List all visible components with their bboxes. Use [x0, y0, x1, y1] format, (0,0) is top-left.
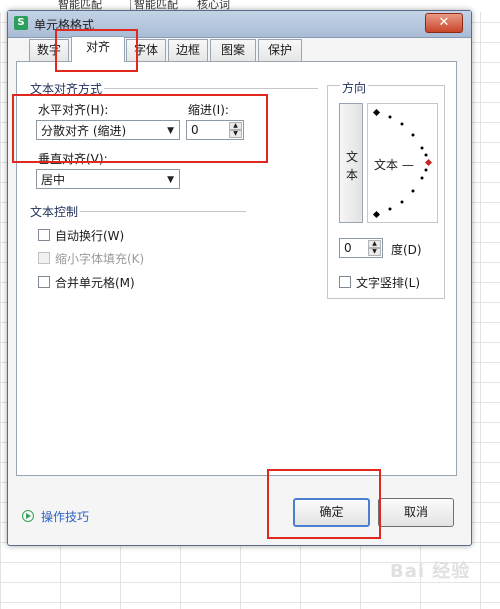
horizontal-align-value: 分散对齐 (缩进)	[41, 124, 127, 138]
degrees-up-arrow-icon[interactable]: ▲	[368, 240, 381, 248]
vertical-align-select[interactable]: 居中 ▼	[36, 169, 180, 189]
stacked-text-label[interactable]: 文字竖排(L)	[356, 274, 420, 291]
vertical-text-button[interactable]: 文 本	[339, 103, 363, 223]
vertical-text-char: 本	[345, 168, 358, 182]
vertical-text-char: 文	[345, 150, 358, 164]
dialog-titlebar[interactable]: S 单元格格式 ✕	[8, 11, 471, 38]
orientation-group-title: 方向	[340, 79, 369, 96]
horizontal-align-select[interactable]: 分散对齐 (缩进) ▼	[36, 120, 180, 140]
tab-protection[interactable]: 保护	[258, 39, 302, 61]
ok-button[interactable]: 确定	[293, 498, 370, 527]
indent-value: 0	[191, 123, 199, 137]
chevron-down-icon: ▼	[167, 126, 174, 136]
vertical-align-label: 垂直对齐(V):	[38, 152, 108, 166]
tab-alignment[interactable]: 对齐	[71, 36, 125, 62]
text-alignment-group-title: 文本对齐方式	[30, 82, 103, 96]
horizontal-align-label: 水平对齐(H):	[38, 103, 109, 117]
wrap-text-label[interactable]: 自动换行(W)	[55, 227, 124, 244]
wps-app-icon: S	[14, 16, 28, 30]
degrees-down-arrow-icon[interactable]: ▼	[368, 248, 381, 256]
wrap-text-checkbox[interactable]	[38, 229, 50, 241]
tab-number[interactable]: 数字	[29, 39, 69, 61]
operation-tips-link[interactable]: 操作技巧	[41, 508, 89, 525]
tab-pattern[interactable]: 图案	[210, 39, 256, 61]
group-divider	[104, 88, 318, 89]
merge-cells-label[interactable]: 合并单元格(M)	[55, 274, 135, 291]
vertical-align-value: 居中	[41, 173, 66, 187]
orientation-dial[interactable]: 文本 —	[367, 103, 438, 223]
degrees-value: 0	[344, 241, 352, 255]
stacked-text-checkbox[interactable]	[339, 276, 351, 288]
cancel-button[interactable]: 取消	[378, 498, 454, 527]
chevron-down-icon: ▼	[167, 175, 174, 185]
tab-border[interactable]: 边框	[168, 39, 208, 61]
play-circle-icon	[22, 510, 34, 522]
close-button[interactable]: ✕	[425, 13, 463, 33]
indent-label: 缩进(I):	[188, 103, 229, 117]
baidu-watermark: Bai 经验	[390, 561, 471, 582]
dial-text: 文本 —	[374, 158, 414, 172]
indent-down-arrow-icon[interactable]: ▼	[229, 130, 242, 138]
merge-cells-checkbox[interactable]	[38, 276, 50, 288]
degrees-label: 度(D)	[391, 243, 422, 257]
indent-stepper[interactable]: 0 ▲ ▼	[186, 120, 244, 140]
dialog-title: 单元格格式	[34, 18, 95, 32]
shrink-to-fit-label: 缩小字体填充(K)	[55, 252, 145, 266]
tab-font[interactable]: 字体	[126, 39, 166, 61]
indent-up-arrow-icon[interactable]: ▲	[229, 122, 242, 130]
shrink-to-fit-checkbox[interactable]	[38, 252, 50, 264]
degrees-stepper[interactable]: 0 ▲ ▼	[339, 238, 383, 258]
text-control-group-title: 文本控制	[30, 205, 79, 219]
group-divider	[80, 211, 246, 212]
